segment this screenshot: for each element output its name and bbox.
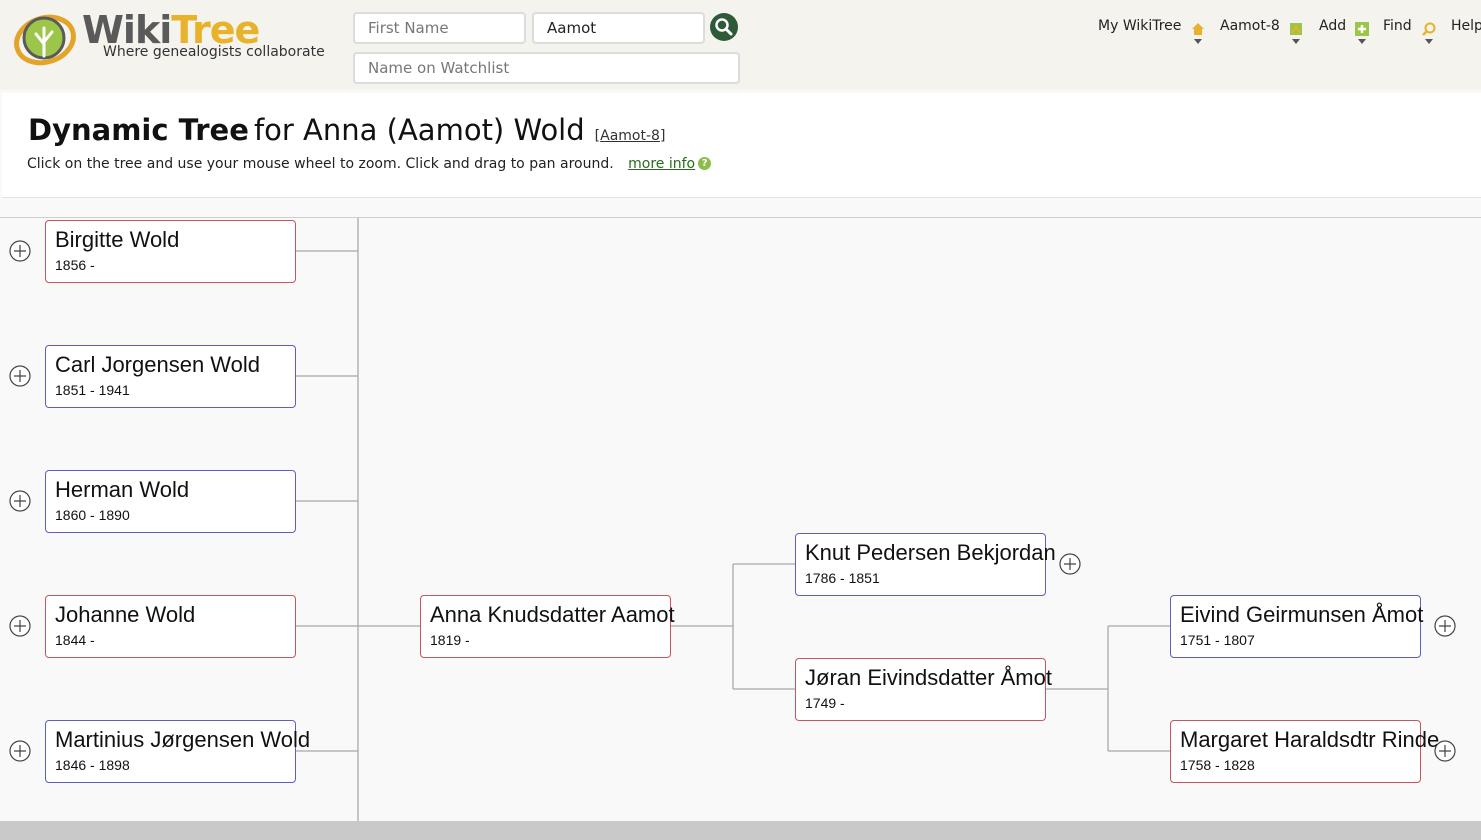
expand-plus-icon[interactable] <box>1059 553 1081 575</box>
expand-plus-icon[interactable] <box>9 490 31 512</box>
person-name: Margaret Haraldsdtr Rinde <box>1180 727 1440 752</box>
expand-plus-icon[interactable] <box>9 240 31 262</box>
profile-icon <box>1290 23 1302 44</box>
person-dates: 1844 - <box>55 632 95 648</box>
more-info-link[interactable]: more info <box>628 156 695 172</box>
find-icon <box>1422 22 1436 44</box>
person-card-birgitte-wold[interactable]: Birgitte Wold 1856 - <box>45 220 296 283</box>
person-card-maternal-grandfather[interactable]: Eivind Geirmunsen Åmot 1751 - 1807 <box>1170 595 1424 658</box>
home-icon <box>1192 23 1204 44</box>
logo-tagline: Where genealogists collaborate <box>103 44 325 60</box>
person-name: Jøran Eivindsdatter Åmot <box>805 665 1052 690</box>
expand-plus-icon[interactable] <box>9 365 31 387</box>
page-title-strong: Dynamic Tree <box>28 113 249 147</box>
person-card-mother[interactable]: Jøran Eivindsdatter Åmot 1749 - <box>795 658 1052 721</box>
person-dates: 1851 - 1941 <box>55 382 130 398</box>
person-dates: 1846 - 1898 <box>55 757 130 773</box>
person-dates: 1819 - <box>430 632 470 648</box>
person-name: Herman Wold <box>55 477 190 502</box>
person-card-martinius-jorgensen-wold[interactable]: Martinius Jørgensen Wold 1846 - 1898 <box>45 720 310 783</box>
last-name-input[interactable] <box>532 12 705 44</box>
person-card-maternal-grandmother[interactable]: Margaret Haraldsdtr Rinde 1758 - 1828 <box>1170 720 1439 783</box>
horizontal-scrollbar[interactable] <box>0 821 1481 840</box>
wikitree-logo[interactable]: WikiTree Where genealogists collaborate <box>14 8 334 68</box>
expand-plus-icon[interactable] <box>9 615 31 637</box>
person-card-johanne-wold[interactable]: Johanne Wold 1844 - <box>45 595 296 658</box>
person-name: Knut Pedersen Bekjordan <box>805 540 1056 565</box>
nav-find[interactable]: Find <box>1383 18 1412 34</box>
page-header: Dynamic Tree for Anna (Aamot) Wold [Aamot… <box>2 93 1481 198</box>
person-name: Johanne Wold <box>55 602 196 627</box>
person-name: Birgitte Wold <box>55 227 180 252</box>
person-card-herman-wold[interactable]: Herman Wold 1860 - 1890 <box>45 470 296 533</box>
expand-plus-icon[interactable] <box>1434 740 1456 762</box>
watchlist-input[interactable] <box>353 52 740 84</box>
tree-logo-icon <box>14 14 76 66</box>
profile-id-ref: [Aamot-8] <box>594 128 666 144</box>
search-button[interactable] <box>710 13 738 41</box>
page-title-subject: for Anna (Aamot) Wold <box>253 113 585 147</box>
page-title: Dynamic Tree for Anna (Aamot) Wold [Aamot… <box>28 113 665 147</box>
first-name-input[interactable] <box>353 12 526 44</box>
search-icon <box>715 18 733 36</box>
add-icon <box>1355 22 1369 44</box>
instructions-label: Click on the tree and use your mouse whe… <box>27 156 614 172</box>
person-name: Carl Jorgensen Wold <box>55 352 261 377</box>
person-dates: 1860 - 1890 <box>55 507 130 523</box>
person-dates: 1758 - 1828 <box>1180 757 1255 773</box>
person-dates: 1786 - 1851 <box>805 570 880 586</box>
person-card-father[interactable]: Knut Pedersen Bekjordan 1786 - 1851 <box>795 533 1056 596</box>
nav-add[interactable]: Add <box>1319 18 1346 34</box>
person-dates: 1751 - 1807 <box>1180 632 1255 648</box>
top-bar: WikiTree Where genealogists collaborate … <box>0 0 1481 90</box>
instructions-text: Click on the tree and use your mouse whe… <box>27 156 712 172</box>
person-dates: 1856 - <box>55 257 95 273</box>
person-name: Martinius Jørgensen Wold <box>55 727 311 752</box>
expand-plus-icon[interactable] <box>1434 615 1456 637</box>
person-card-focus-anna-knudsdatter-aamot[interactable]: Anna Knudsdatter Aamot 1819 - <box>420 595 675 658</box>
profile-id-link[interactable]: Aamot-8 <box>600 128 660 144</box>
nav-my-wikitree[interactable]: My WikiTree <box>1098 18 1181 34</box>
person-card-carl-jorgensen-wold[interactable]: Carl Jorgensen Wold 1851 - 1941 <box>45 345 296 408</box>
nav-help[interactable]: Help <box>1451 18 1481 34</box>
person-dates: 1749 - <box>805 695 845 711</box>
dynamic-tree-canvas[interactable]: Birgitte Wold 1856 - Carl Jorgensen Wold… <box>0 217 1481 822</box>
nav-profile-id[interactable]: Aamot-8 <box>1220 18 1280 34</box>
expand-plus-icon[interactable] <box>9 740 31 762</box>
help-question-icon[interactable]: ? <box>698 157 712 170</box>
person-name: Anna Knudsdatter Aamot <box>430 602 675 627</box>
person-name: Eivind Geirmunsen Åmot <box>1180 602 1424 627</box>
